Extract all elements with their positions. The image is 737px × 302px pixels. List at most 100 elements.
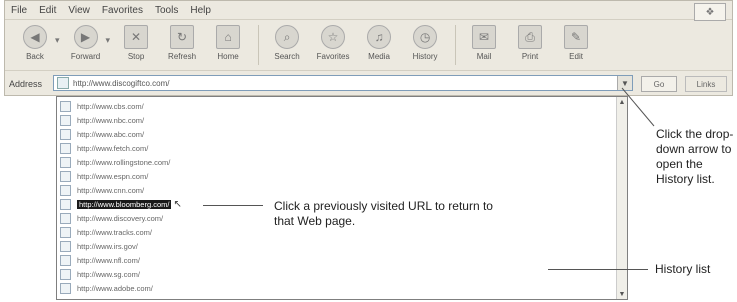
favorites-star-icon: ☆ xyxy=(321,25,346,49)
media-icon: ♫ xyxy=(367,25,392,49)
standard-toolbar: ◀ Back ▾ ▶ Forward ▾ ✕ Stop ↻ Refresh ⌂ … xyxy=(5,21,732,71)
menu-edit[interactable]: Edit xyxy=(39,5,56,16)
toolbar-separator xyxy=(455,25,457,65)
scroll-down-icon[interactable]: ▼ xyxy=(617,289,627,299)
history-item[interactable]: http://www.irs.gov/ xyxy=(57,240,617,253)
home-label: Home xyxy=(217,52,239,61)
page-icon xyxy=(60,213,71,224)
page-icon xyxy=(60,143,71,154)
favorites-label: Favorites xyxy=(316,52,350,61)
menu-file[interactable]: File xyxy=(11,5,27,16)
history-clock-icon: ◷ xyxy=(413,25,438,49)
history-item-text: http://www.sg.com/ xyxy=(77,270,140,279)
page-icon xyxy=(60,241,71,252)
stop-icon: ✕ xyxy=(124,25,149,49)
history-item-text: http://www.fetch.com/ xyxy=(77,144,149,153)
print-button[interactable]: ⎙ Print xyxy=(508,21,552,61)
history-item-text: http://www.nbc.com/ xyxy=(77,116,145,125)
media-button[interactable]: ♫ Media xyxy=(357,21,401,61)
menu-tools[interactable]: Tools xyxy=(155,5,178,16)
callout-dropdown: Click the drop-down arrow to open the Hi… xyxy=(656,127,734,186)
callout-line-history xyxy=(548,269,648,270)
print-icon: ⎙ xyxy=(518,25,543,49)
home-button[interactable]: ⌂ Home xyxy=(206,21,250,61)
history-item-text: http://www.bloomberg.com/ xyxy=(77,200,172,209)
menu-help[interactable]: Help xyxy=(190,5,211,16)
history-item-text: http://www.adobe.com/ xyxy=(77,284,153,293)
mail-icon: ✉ xyxy=(472,25,497,49)
links-button[interactable]: Links xyxy=(685,76,727,92)
browser-window: File Edit View Favorites Tools Help ❖ ◀ … xyxy=(4,0,733,96)
address-label: Address xyxy=(9,79,43,89)
page-icon xyxy=(60,171,71,182)
callout-history-list: History list xyxy=(655,262,711,276)
back-label: Back xyxy=(26,52,44,61)
stop-label: Stop xyxy=(127,52,145,61)
mail-label: Mail xyxy=(476,52,492,61)
address-value: http://www.discogiftco.com/ xyxy=(73,78,170,88)
forward-label: Forward xyxy=(70,52,101,61)
stop-button[interactable]: ✕ Stop xyxy=(114,21,158,61)
page-icon xyxy=(60,101,71,112)
history-item[interactable]: http://www.rollingstone.com/ xyxy=(57,156,617,169)
history-item[interactable]: http://www.nbc.com/ xyxy=(57,114,617,127)
page-icon xyxy=(60,227,71,238)
history-item[interactable]: http://www.fetch.com/ xyxy=(57,142,617,155)
page-icon xyxy=(60,255,71,266)
favorites-button[interactable]: ☆ Favorites xyxy=(311,21,355,61)
mail-button[interactable]: ✉ Mail xyxy=(462,21,506,61)
history-item-text: http://www.discovery.com/ xyxy=(77,214,164,223)
media-label: Media xyxy=(368,52,390,61)
page-icon xyxy=(60,199,71,210)
callout-visited-url: Click a previously visited URL to return… xyxy=(274,199,493,228)
address-input[interactable]: http://www.discogiftco.com/ ▼ xyxy=(53,75,633,91)
history-item[interactable]: http://www.espn.com/ xyxy=(57,170,617,183)
links-label: Links xyxy=(696,79,716,89)
history-label: History xyxy=(412,52,438,61)
history-item-text: http://www.espn.com/ xyxy=(77,172,149,181)
edit-button[interactable]: ✎ Edit xyxy=(554,21,598,61)
back-button[interactable]: ◀ Back xyxy=(13,21,57,61)
page-icon xyxy=(60,269,71,280)
forward-button[interactable]: ▶ Forward xyxy=(64,21,108,61)
search-button[interactable]: ⌕ Search xyxy=(265,21,309,61)
page-icon xyxy=(60,115,71,126)
history-item-text: http://www.abc.com/ xyxy=(77,130,145,139)
back-arrow-icon: ◀ xyxy=(23,25,47,49)
forward-arrow-icon: ▶ xyxy=(73,25,98,49)
windows-logo-icon: ❖ xyxy=(694,3,726,21)
menu-bar: File Edit View Favorites Tools Help ❖ xyxy=(5,1,732,21)
back-dropdown-icon[interactable]: ▾ xyxy=(55,35,60,46)
edit-icon: ✎ xyxy=(564,25,589,49)
history-item[interactable]: http://www.nfl.com/ xyxy=(57,254,617,267)
history-item[interactable]: http://www.sg.com/ xyxy=(57,268,617,281)
history-item-text: http://www.irs.gov/ xyxy=(77,242,138,251)
search-label: Search xyxy=(274,52,300,61)
callout-line-visited xyxy=(203,205,263,206)
page-icon xyxy=(60,129,71,140)
page-icon xyxy=(60,185,71,196)
history-item-text: http://www.tracks.com/ xyxy=(77,228,153,237)
history-item[interactable]: http://www.adobe.com/ xyxy=(57,282,617,295)
history-item-text: http://www.rollingstone.com/ xyxy=(77,158,171,167)
home-icon: ⌂ xyxy=(216,25,241,49)
menu-view[interactable]: View xyxy=(68,5,90,16)
refresh-button[interactable]: ↻ Refresh xyxy=(160,21,204,61)
history-list[interactable]: http://www.cbs.com/ http://www.nbc.com/ … xyxy=(56,96,628,300)
toolbar-separator xyxy=(258,25,260,65)
history-item-text: http://www.cbs.com/ xyxy=(77,102,144,111)
forward-dropdown-icon[interactable]: ▾ xyxy=(106,35,111,46)
refresh-label: Refresh xyxy=(168,52,197,61)
menu-favorites[interactable]: Favorites xyxy=(102,5,143,16)
history-item-text: http://www.cnn.com/ xyxy=(77,186,145,195)
history-item[interactable]: http://www.cnn.com/ xyxy=(57,184,617,197)
page-icon xyxy=(57,77,69,89)
history-button[interactable]: ◷ History xyxy=(403,21,447,61)
callout-line-dropdown xyxy=(621,87,655,127)
history-item[interactable]: http://www.cbs.com/ xyxy=(57,100,617,113)
print-label: Print xyxy=(521,52,539,61)
page-icon xyxy=(60,157,71,168)
page-icon xyxy=(60,283,71,294)
history-item-text: http://www.nfl.com/ xyxy=(77,256,140,265)
history-item[interactable]: http://www.abc.com/ xyxy=(57,128,617,141)
